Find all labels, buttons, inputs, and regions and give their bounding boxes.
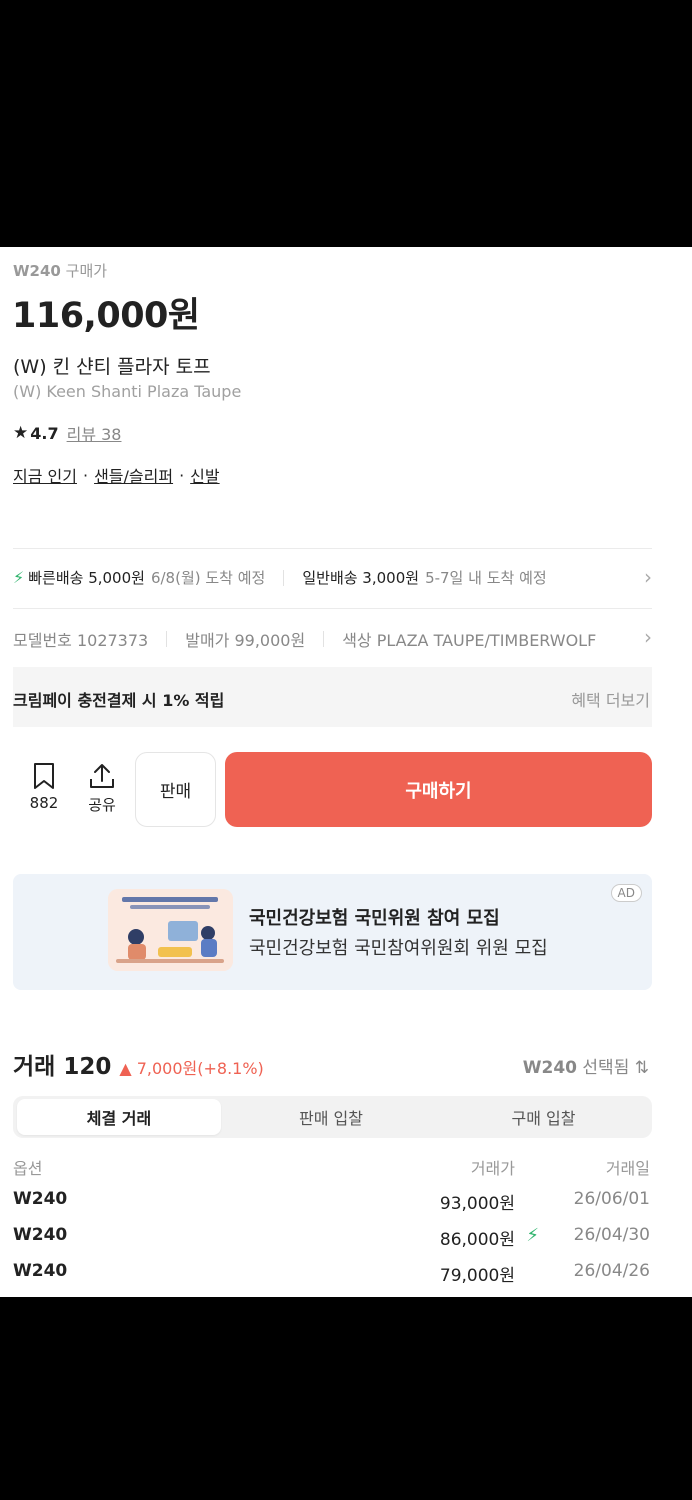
category-link-shoes[interactable]: 신발 [190, 463, 219, 487]
price-change: ▲ 7,000원(+8.1%) [119, 1059, 264, 1078]
row-option: W240 [13, 1261, 68, 1281]
vertical-divider [283, 569, 285, 586]
release-price: 발매가 99,000원 [185, 631, 306, 650]
star-icon: ★ [13, 423, 29, 443]
share-icon [90, 764, 114, 788]
category-breadcrumb: 지금 인기 · 샌들/슬리퍼 · 신발 [13, 463, 220, 487]
review-link[interactable]: 리뷰 38 [67, 421, 122, 445]
size-price-type: W240 구매가 [13, 262, 108, 280]
row-option: W240 [13, 1225, 68, 1245]
tab-buy-bids[interactable]: 구매 입찰 [439, 1099, 648, 1135]
divider [13, 608, 652, 609]
share-label: 공유 [88, 796, 116, 814]
lightning-icon: ⚡ [13, 568, 25, 587]
row-date: 26/04/30 [573, 1225, 650, 1245]
row-price: 79,000원 [439, 1266, 515, 1286]
bottom-black-area [0, 1297, 692, 1500]
vertical-divider [323, 631, 325, 647]
bookmark-icon [34, 763, 54, 789]
table-row: W240 86,000원 ⚡ 26/04/30 [13, 1225, 652, 1255]
product-name-ko: (W) 킨 샨티 플라자 토프 [13, 356, 211, 378]
category-separator: · [179, 465, 185, 485]
ad-title: 국민건강보험 국민위원 참여 모집 [249, 908, 500, 929]
fast-shipping-eta: 6/8(월) 도착 예정 [150, 569, 266, 587]
row-price: 86,000원 [439, 1230, 515, 1250]
trade-tabs: 체결 거래 판매 입찰 구매 입찰 [13, 1096, 652, 1138]
color-info: 색상 PLAZA TAUPE/TIMBERWOLF [342, 631, 597, 650]
column-header-price: 거래가 [470, 1159, 515, 1178]
row-price: 93,000원 [439, 1194, 515, 1214]
share-button[interactable]: 공유 [74, 762, 130, 815]
category-link-sandals[interactable]: 샌들/슬리퍼 [94, 463, 173, 487]
promo-more-link[interactable]: 혜택 더보기 [571, 687, 650, 711]
normal-shipping-eta: 5-7일 내 도착 예정 [425, 569, 547, 587]
product-info-row[interactable]: 모델번호 1027373 발매가 99,000원 색상 PLAZA TAUPE/… [13, 627, 638, 651]
chevron-right-icon[interactable]: › [644, 565, 652, 589]
tab-sell-bids[interactable]: 판매 입찰 [227, 1099, 435, 1135]
fast-shipping-label: 빠른배송 5,000원 [28, 569, 145, 587]
row-date: 26/06/01 [573, 1189, 650, 1209]
chevron-right-icon[interactable]: › [644, 625, 652, 649]
buy-button[interactable]: 구매하기 [225, 752, 652, 827]
category-separator: · [82, 465, 89, 485]
shipping-row[interactable]: ⚡ 빠른배송 5,000원 6/8(월) 도착 예정 일반배송 3,000원 5… [13, 567, 547, 588]
product-price: 116,000원 [12, 296, 200, 336]
promo-banner[interactable]: 크림페이 충전결제 시 1% 적립 혜택 더보기 [13, 667, 652, 727]
table-row: W240 93,000원 26/06/01 [13, 1189, 652, 1219]
ad-badge: AD [610, 884, 642, 902]
sell-button[interactable]: 판매 [135, 752, 216, 827]
rating-row: ★ 4.7 리뷰 38 [13, 421, 121, 445]
rating-score: 4.7 [30, 423, 59, 443]
row-option: W240 [13, 1189, 68, 1209]
ad-banner[interactable]: AD 국민건강보험 국민위원 참여 모집 국민건강보험 국민참여위원회 위원 모… [13, 874, 652, 990]
column-header-date: 거래일 [605, 1159, 650, 1178]
ad-illustration [108, 889, 233, 971]
row-date: 26/04/26 [573, 1261, 650, 1281]
promo-text: 크림페이 충전결제 시 1% 적립 [13, 691, 225, 710]
trade-header: 거래 120 ▲ 7,000원(+8.1%) [13, 1047, 264, 1081]
tab-executed-trades[interactable]: 체결 거래 [17, 1099, 221, 1135]
lightning-icon: ⚡ [526, 1225, 539, 1246]
wishlist-button[interactable]: 882 [16, 762, 72, 812]
ad-image [108, 889, 233, 971]
product-name-en: (W) Keen Shanti Plaza Taupe [13, 382, 242, 401]
size-select-button[interactable]: W240 선택됨 ⇅ [523, 1053, 649, 1078]
category-link-popular[interactable]: 지금 인기 [13, 463, 77, 487]
wish-count: 882 [29, 794, 59, 812]
top-black-area [0, 0, 692, 247]
product-detail-screen: W240 구매가 116,000원 (W) 킨 샨티 플라자 토프 (W) Ke… [0, 247, 692, 1297]
column-header-option: 옵션 [13, 1159, 43, 1178]
normal-shipping-label: 일반배송 3,000원 [302, 569, 420, 587]
divider [13, 548, 652, 549]
ad-subtitle: 국민건강보험 국민참여위원회 위원 모집 [249, 938, 548, 959]
trade-title: 거래 120 [13, 1054, 112, 1080]
vertical-divider [166, 631, 168, 647]
action-bar: 882 공유 판매 구매하기 [13, 752, 652, 828]
table-row: W240 79,000원 26/04/26 [13, 1261, 652, 1291]
model-number: 모델번호 1027373 [13, 631, 149, 650]
